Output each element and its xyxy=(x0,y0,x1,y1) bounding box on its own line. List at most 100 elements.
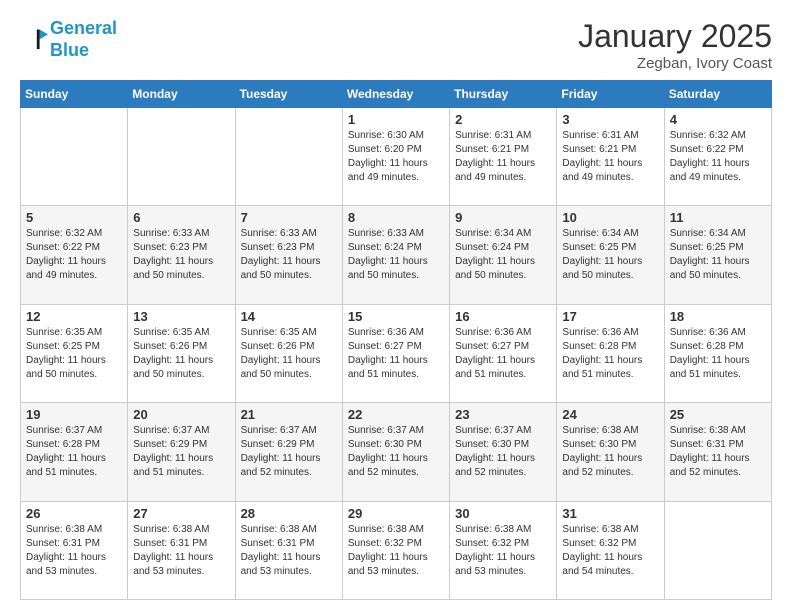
calendar-day-cell: 13Sunrise: 6:35 AM Sunset: 6:26 PM Dayli… xyxy=(128,304,235,402)
day-info: Sunrise: 6:37 AM Sunset: 6:29 PM Dayligh… xyxy=(241,424,337,480)
day-info: Sunrise: 6:33 AM Sunset: 6:23 PM Dayligh… xyxy=(241,227,337,283)
calendar-day-cell: 14 Sunrise: 6:35 AM Sunset: 6:26 PM Dayli… xyxy=(235,304,342,402)
calendar-day-header: Friday xyxy=(557,81,664,108)
calendar-day-cell: 22 Sunrise: 6:37 AM Sunset: 6:30 PM Dayli… xyxy=(342,403,449,501)
day-number: 24 xyxy=(562,407,658,422)
calendar-day-cell: 15Sunrise: 6:36 AM Sunset: 6:27 PM Dayli… xyxy=(342,304,449,402)
calendar-day-cell: 31 Sunrise: 6:38 AM Sunset: 6:32 PM Dayli… xyxy=(557,501,664,599)
day-info: Sunrise: 6:37 AM Sunset: 6:30 PM Dayligh… xyxy=(348,424,444,480)
day-info: Sunrise: 6:36 AM Sunset: 6:28 PM Dayligh… xyxy=(670,326,766,382)
logo-icon xyxy=(20,26,48,54)
calendar-day-cell: 5 Sunrise: 6:32 AM Sunset: 6:22 PM Daylig… xyxy=(21,206,128,304)
calendar-week-row: 5 Sunrise: 6:32 AM Sunset: 6:22 PM Daylig… xyxy=(21,206,772,304)
day-number: 16 xyxy=(455,309,551,324)
calendar-day-cell: 12Sunrise: 6:35 AM Sunset: 6:25 PM Dayli… xyxy=(21,304,128,402)
day-number: 12 xyxy=(26,309,122,324)
title-block: January 2025 Zegban, Ivory Coast xyxy=(578,18,772,72)
logo: General Blue xyxy=(20,18,117,61)
calendar-day-cell: 9 Sunrise: 6:34 AM Sunset: 6:24 PM Daylig… xyxy=(450,206,557,304)
day-number: 4 xyxy=(670,112,766,127)
day-info: Sunrise: 6:38 AM Sunset: 6:32 PM Dayligh… xyxy=(455,523,551,579)
day-number: 28 xyxy=(241,506,337,521)
calendar-day-cell: 28 Sunrise: 6:38 AM Sunset: 6:31 PM Dayli… xyxy=(235,501,342,599)
calendar-day-cell: 16 Sunrise: 6:36 AM Sunset: 6:27 PM Dayli… xyxy=(450,304,557,402)
day-info: Sunrise: 6:35 AM Sunset: 6:26 PM Dayligh… xyxy=(241,326,337,382)
day-number: 22 xyxy=(348,407,444,422)
calendar-table: SundayMondayTuesdayWednesdayThursdayFrid… xyxy=(20,80,772,600)
calendar-day-cell xyxy=(664,501,771,599)
logo-text: General Blue xyxy=(50,18,117,61)
calendar-day-header: Thursday xyxy=(450,81,557,108)
day-number: 1 xyxy=(348,112,444,127)
day-number: 29 xyxy=(348,506,444,521)
calendar-day-cell: 8 Sunrise: 6:33 AM Sunset: 6:24 PM Daylig… xyxy=(342,206,449,304)
day-number: 9 xyxy=(455,210,551,225)
calendar-day-cell: 11 Sunrise: 6:34 AM Sunset: 6:25 PM Dayli… xyxy=(664,206,771,304)
calendar-day-cell: 25Sunrise: 6:38 AM Sunset: 6:31 PM Dayli… xyxy=(664,403,771,501)
day-number: 5 xyxy=(26,210,122,225)
day-info: Sunrise: 6:38 AM Sunset: 6:31 PM Dayligh… xyxy=(26,523,122,579)
calendar-day-cell: 10Sunrise: 6:34 AM Sunset: 6:25 PM Dayli… xyxy=(557,206,664,304)
day-number: 7 xyxy=(241,210,337,225)
day-info: Sunrise: 6:38 AM Sunset: 6:32 PM Dayligh… xyxy=(348,523,444,579)
calendar-day-cell: 30 Sunrise: 6:38 AM Sunset: 6:32 PM Dayli… xyxy=(450,501,557,599)
calendar-day-cell xyxy=(128,108,235,206)
day-number: 30 xyxy=(455,506,551,521)
calendar-week-row: 26 Sunrise: 6:38 AM Sunset: 6:31 PM Dayli… xyxy=(21,501,772,599)
day-number: 26 xyxy=(26,506,122,521)
day-number: 10 xyxy=(562,210,658,225)
calendar-day-cell: 1 Sunrise: 6:30 AM Sunset: 6:20 PM Daylig… xyxy=(342,108,449,206)
day-number: 27 xyxy=(133,506,229,521)
day-number: 2 xyxy=(455,112,551,127)
calendar-day-cell: 24Sunrise: 6:38 AM Sunset: 6:30 PM Dayli… xyxy=(557,403,664,501)
day-number: 23 xyxy=(455,407,551,422)
header: General Blue January 2025 Zegban, Ivory … xyxy=(20,18,772,72)
calendar-day-header: Tuesday xyxy=(235,81,342,108)
calendar-day-cell: 2 Sunrise: 6:31 AM Sunset: 6:21 PM Daylig… xyxy=(450,108,557,206)
calendar-day-header: Sunday xyxy=(21,81,128,108)
day-info: Sunrise: 6:32 AM Sunset: 6:22 PM Dayligh… xyxy=(670,129,766,185)
calendar-day-cell: 6Sunrise: 6:33 AM Sunset: 6:23 PM Daylig… xyxy=(128,206,235,304)
day-number: 11 xyxy=(670,210,766,225)
calendar-day-cell: 4 Sunrise: 6:32 AM Sunset: 6:22 PM Daylig… xyxy=(664,108,771,206)
day-info: Sunrise: 6:36 AM Sunset: 6:27 PM Dayligh… xyxy=(455,326,551,382)
day-info: Sunrise: 6:37 AM Sunset: 6:29 PM Dayligh… xyxy=(133,424,229,480)
day-info: Sunrise: 6:38 AM Sunset: 6:31 PM Dayligh… xyxy=(241,523,337,579)
day-number: 17 xyxy=(562,309,658,324)
calendar-title: January 2025 xyxy=(578,18,772,55)
calendar-subtitle: Zegban, Ivory Coast xyxy=(578,55,772,72)
calendar-day-cell: 21 Sunrise: 6:37 AM Sunset: 6:29 PM Dayli… xyxy=(235,403,342,501)
day-number: 20 xyxy=(133,407,229,422)
day-info: Sunrise: 6:34 AM Sunset: 6:25 PM Dayligh… xyxy=(670,227,766,283)
day-number: 31 xyxy=(562,506,658,521)
calendar-day-cell: 18Sunrise: 6:36 AM Sunset: 6:28 PM Dayli… xyxy=(664,304,771,402)
day-info: Sunrise: 6:38 AM Sunset: 6:32 PM Dayligh… xyxy=(562,523,658,579)
logo-line1: General xyxy=(50,18,117,38)
day-info: Sunrise: 6:34 AM Sunset: 6:24 PM Dayligh… xyxy=(455,227,551,283)
day-info: Sunrise: 6:31 AM Sunset: 6:21 PM Dayligh… xyxy=(562,129,658,185)
day-number: 14 xyxy=(241,309,337,324)
day-info: Sunrise: 6:31 AM Sunset: 6:21 PM Dayligh… xyxy=(455,129,551,185)
page: General Blue January 2025 Zegban, Ivory … xyxy=(0,0,792,612)
day-info: Sunrise: 6:38 AM Sunset: 6:31 PM Dayligh… xyxy=(133,523,229,579)
day-info: Sunrise: 6:30 AM Sunset: 6:20 PM Dayligh… xyxy=(348,129,444,185)
calendar-day-cell: 23Sunrise: 6:37 AM Sunset: 6:30 PM Dayli… xyxy=(450,403,557,501)
day-info: Sunrise: 6:37 AM Sunset: 6:28 PM Dayligh… xyxy=(26,424,122,480)
day-info: Sunrise: 6:32 AM Sunset: 6:22 PM Dayligh… xyxy=(26,227,122,283)
day-number: 25 xyxy=(670,407,766,422)
day-number: 21 xyxy=(241,407,337,422)
calendar-day-header: Monday xyxy=(128,81,235,108)
calendar-day-cell: 7 Sunrise: 6:33 AM Sunset: 6:23 PM Daylig… xyxy=(235,206,342,304)
day-number: 8 xyxy=(348,210,444,225)
calendar-day-cell xyxy=(21,108,128,206)
day-info: Sunrise: 6:33 AM Sunset: 6:23 PM Dayligh… xyxy=(133,227,229,283)
calendar-day-cell xyxy=(235,108,342,206)
day-info: Sunrise: 6:36 AM Sunset: 6:28 PM Dayligh… xyxy=(562,326,658,382)
calendar-day-cell: 17 Sunrise: 6:36 AM Sunset: 6:28 PM Dayli… xyxy=(557,304,664,402)
day-number: 19 xyxy=(26,407,122,422)
calendar-day-cell: 29 Sunrise: 6:38 AM Sunset: 6:32 PM Dayli… xyxy=(342,501,449,599)
calendar-week-row: 12Sunrise: 6:35 AM Sunset: 6:25 PM Dayli… xyxy=(21,304,772,402)
day-number: 3 xyxy=(562,112,658,127)
day-info: Sunrise: 6:33 AM Sunset: 6:24 PM Dayligh… xyxy=(348,227,444,283)
calendar-week-row: 19 Sunrise: 6:37 AM Sunset: 6:28 PM Dayli… xyxy=(21,403,772,501)
